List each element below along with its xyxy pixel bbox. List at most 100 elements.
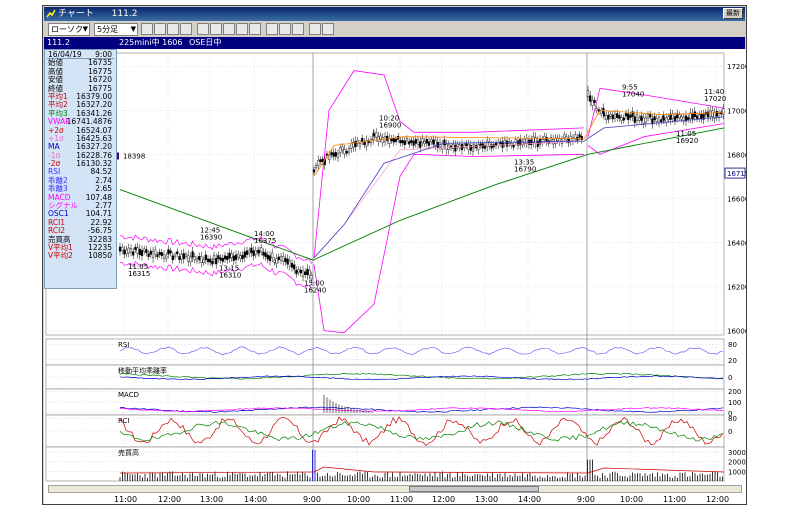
- candle-body: [336, 153, 340, 158]
- text-tool-icon[interactable]: [249, 23, 261, 35]
- candle-body: [295, 269, 298, 275]
- annotation-value: 16315: [128, 270, 150, 278]
- candle-body: [317, 160, 320, 167]
- x-tick-label: 11:00: [114, 495, 138, 504]
- candle-body: [644, 117, 647, 123]
- candle-body: [640, 115, 643, 121]
- indicator-tool-icon[interactable]: [180, 23, 192, 35]
- y-tick-label: 20: [728, 357, 737, 365]
- candle-body: [662, 117, 666, 121]
- candle-body: [607, 115, 610, 120]
- chart-area[interactable]: RSI8020移動平均乖離率0MACD2001000RCI800売買高30000…: [44, 49, 746, 504]
- candle-body: [563, 134, 566, 138]
- macd-panel-title: MACD: [118, 391, 139, 399]
- candle-body: [127, 247, 130, 254]
- price-chart[interactable]: RSI8020移動平均乖離率0MACD2001000RCI800売買高30000…: [44, 49, 746, 504]
- zoom-tool-icon[interactable]: [223, 23, 235, 35]
- window-code: 111.2: [111, 9, 138, 19]
- grid-tool-icon[interactable]: [236, 23, 248, 35]
- candle-body: [147, 253, 150, 257]
- y-tick-label: 17000: [727, 107, 746, 115]
- annotation-value: 16390: [200, 234, 222, 242]
- candle-body: [273, 259, 276, 263]
- candle-body: [711, 110, 714, 117]
- candle-body: [200, 256, 203, 263]
- candle-body: [414, 139, 417, 144]
- status-bar: 111.2 225mini中 1606 OSE日中: [44, 37, 745, 49]
- candle-body: [268, 255, 272, 262]
- candle-body: [405, 138, 409, 142]
- candle-body: [698, 114, 701, 119]
- candle-body: [578, 134, 581, 138]
- candle-body: [219, 257, 222, 261]
- candle-body: [202, 259, 205, 263]
- candle-body: [657, 116, 661, 123]
- candle-body: [687, 117, 690, 120]
- pen-tool-icon[interactable]: [266, 23, 278, 35]
- candle-body: [232, 255, 235, 261]
- candle-body: [477, 144, 480, 151]
- candle-body: [633, 116, 636, 123]
- candle-body: [173, 254, 177, 258]
- candle-body: [595, 108, 598, 111]
- candle-body: [215, 258, 218, 265]
- trendline-tool-icon[interactable]: [197, 23, 209, 35]
- settings-icon[interactable]: [322, 23, 334, 35]
- x-tick-label: 12:00: [158, 495, 182, 504]
- cross-tool-icon[interactable]: [210, 23, 222, 35]
- candle-body: [277, 256, 280, 260]
- interval-select[interactable]: 5分足 ▼: [94, 23, 138, 36]
- bar-tool-icon[interactable]: [154, 23, 166, 35]
- y-tick-label: 30000: [728, 449, 746, 457]
- candle-body: [432, 139, 435, 145]
- candle-body: [543, 136, 546, 140]
- candle-body: [454, 145, 457, 152]
- candle-body: [593, 99, 596, 103]
- candle-body: [469, 145, 472, 151]
- candle-body: [209, 258, 212, 263]
- candle-body: [165, 255, 168, 260]
- candle-body: [223, 255, 227, 260]
- candle-body: [282, 256, 285, 262]
- candle-body: [138, 248, 141, 256]
- search-icon[interactable]: [309, 23, 321, 35]
- select-tool-icon[interactable]: [292, 23, 304, 35]
- scrollbar-thumb[interactable]: [409, 486, 539, 492]
- x-tick-label: 9:00: [577, 495, 595, 504]
- candle-body: [334, 152, 337, 157]
- candle-body: [693, 111, 696, 117]
- candle-body: [401, 140, 404, 144]
- candle-body: [284, 258, 287, 263]
- eraser-tool-icon[interactable]: [279, 23, 291, 35]
- candle-body: [423, 141, 426, 145]
- latest-button[interactable]: 最新: [723, 8, 743, 19]
- annotation-value: 16375: [254, 237, 276, 245]
- candle-body: [613, 113, 617, 119]
- candle-body: [134, 246, 137, 250]
- x-tick-label: 14:00: [518, 495, 542, 504]
- candle-body: [195, 258, 199, 262]
- candle-body: [377, 136, 380, 142]
- candle-body: [341, 146, 344, 151]
- candle-body: [243, 251, 246, 258]
- chart-type-select[interactable]: ローソク ▼: [48, 23, 90, 36]
- candle-body: [271, 252, 274, 259]
- candle-body: [627, 113, 630, 120]
- y-tick-label: 100: [728, 399, 741, 407]
- candle-tool-icon[interactable]: [141, 23, 153, 35]
- horizontal-scrollbar[interactable]: [48, 485, 742, 493]
- candle-body: [479, 143, 482, 147]
- candle-body: [403, 140, 406, 146]
- candle-body: [452, 144, 455, 149]
- candle-body: [319, 159, 322, 162]
- rsi-panel-frame: [45, 338, 725, 366]
- candle-body: [586, 90, 590, 97]
- line-tool-icon[interactable]: [167, 23, 179, 35]
- candle-body: [198, 256, 201, 260]
- candle-body: [700, 114, 703, 119]
- x-tick-label: 10:00: [620, 495, 644, 504]
- info-row: V平均2 10850: [47, 251, 114, 260]
- x-tick-label: 12:00: [706, 495, 730, 504]
- candle-body: [609, 113, 612, 117]
- title-bar: チャート 111.2 最新: [44, 7, 745, 21]
